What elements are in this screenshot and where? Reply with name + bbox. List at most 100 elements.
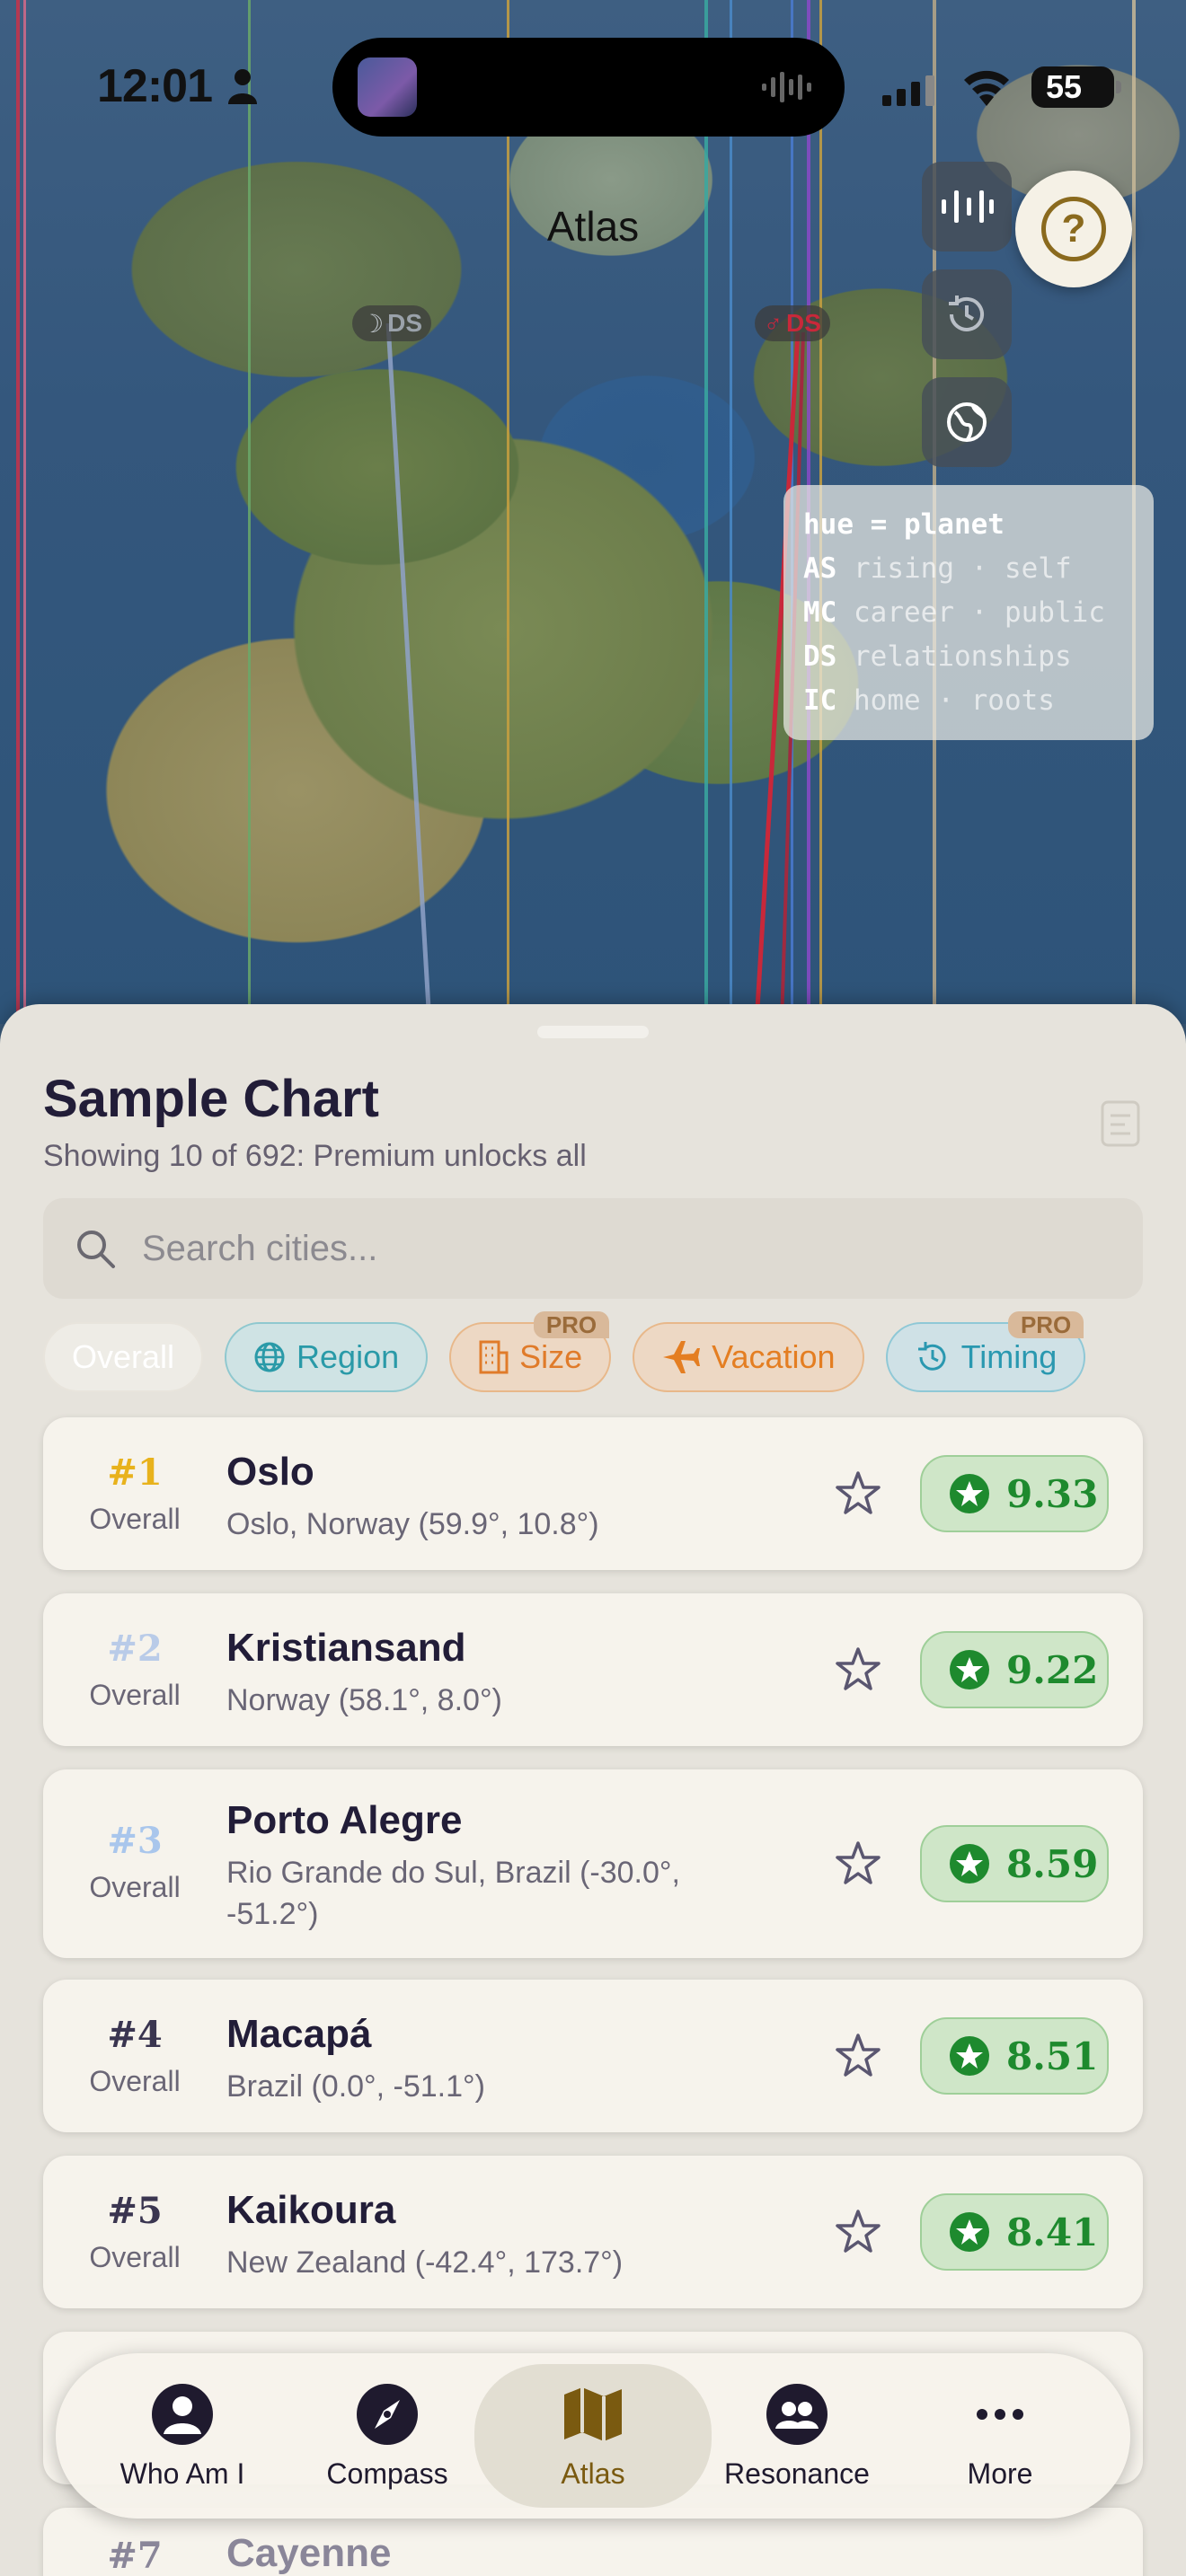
history-button[interactable]	[922, 269, 1012, 359]
rank-label: Overall	[89, 1679, 181, 1711]
tab-resonance[interactable]: Resonance	[694, 2353, 900, 2519]
score-value: 8.51	[1006, 2033, 1099, 2078]
person-icon	[152, 2383, 213, 2445]
tab-label: Atlas	[561, 2457, 625, 2490]
people-icon	[766, 2383, 828, 2445]
city-name: Oslo	[226, 1450, 314, 1494]
tab-more[interactable]: More	[897, 2353, 1103, 2519]
star-badge-icon	[950, 1844, 989, 1883]
legend-row: IC home · roots	[803, 684, 1055, 717]
search-input[interactable]	[142, 1228, 951, 1269]
score-value: 9.22	[1006, 1647, 1099, 1692]
wifi-icon	[964, 70, 1009, 106]
rank-number: #3	[107, 1820, 163, 1862]
rank-block: #1 Overall	[43, 1451, 226, 1536]
status-time: 12:01	[97, 60, 213, 112]
dynamic-island[interactable]	[332, 38, 845, 137]
app-icon	[358, 57, 417, 117]
tab-label: Resonance	[724, 2457, 870, 2490]
score-badge: 8.41	[920, 2193, 1109, 2271]
city-name: Macapá	[226, 2012, 372, 2056]
city-location: New Zealand (-42.4°, 173.7°)	[226, 2245, 624, 2280]
star-outline-icon[interactable]	[834, 1645, 882, 1694]
chip-size[interactable]: Size PRO	[449, 1311, 612, 1392]
city-card[interactable]: #1 Overall Oslo Oslo, Norway (59.9°, 10.…	[43, 1417, 1143, 1570]
star-badge-icon	[950, 1474, 989, 1513]
rank-label: Overall	[89, 1503, 181, 1535]
globe-button[interactable]	[922, 377, 1012, 467]
sheet-subtitle: Showing 10 of 692: Premium unlocks all	[43, 1139, 587, 1173]
city-card[interactable]: #5 Overall Kaikoura New Zealand (-42.4°,…	[43, 2156, 1143, 2308]
rank-number: #5	[107, 2190, 163, 2232]
city-name: Porto Alegre	[226, 1798, 463, 1842]
city-location: Oslo, Norway (59.9°, 10.8°)	[226, 1507, 599, 1541]
filter-chips: Overall Region Size PRO Vacation Timing …	[43, 1311, 1086, 1394]
chip-region[interactable]: Region	[225, 1322, 429, 1392]
sheet-grabber[interactable]	[537, 1026, 649, 1038]
city-card[interactable]: #2 Overall Kristiansand Norway (58.1°, 8…	[43, 1593, 1143, 1746]
sound-wave-button[interactable]	[922, 162, 1012, 251]
tab-who-am-i[interactable]: Who Am I	[79, 2353, 286, 2519]
chip-timing[interactable]: Timing PRO	[885, 1311, 1086, 1392]
rank-label: Overall	[89, 1871, 181, 1903]
rank-label: Overall	[89, 2065, 181, 2097]
score-badge: 9.22	[920, 1631, 1109, 1708]
legend-row: AS rising · self	[803, 552, 1072, 585]
city-name: Cayenne	[226, 2531, 392, 2575]
person-icon	[228, 69, 257, 104]
rank-number: #7	[107, 2535, 163, 2576]
score-badge: 9.33	[920, 1455, 1109, 1532]
city-location: Norway (58.1°, 8.0°)	[226, 1683, 502, 1717]
globe-icon	[947, 402, 987, 442]
audio-wave-icon	[762, 72, 811, 102]
tab-label: Compass	[326, 2457, 448, 2490]
compass-icon	[357, 2383, 418, 2445]
city-info: Oslo Oslo, Norway (59.9°, 10.8°)	[226, 1450, 766, 1545]
chart-card-icon[interactable]	[1100, 1099, 1141, 1148]
legend-header: hue = planet	[803, 508, 1005, 541]
city-card[interactable]: #3 Overall Porto Alegre Rio Grande do Su…	[43, 1769, 1143, 1958]
tab-label: Who Am I	[119, 2457, 245, 2490]
search-bar[interactable]	[43, 1198, 1143, 1299]
ds-line-tag: ♂ DS	[755, 305, 830, 341]
chip-overall[interactable]: Overall	[43, 1322, 204, 1392]
chip-label: Size	[519, 1338, 583, 1375]
chip-label: Region	[296, 1338, 400, 1375]
city-card[interactable]: #4 Overall Macapá Brazil (0.0°, -51.1°) …	[43, 1980, 1143, 2132]
city-info: Porto Alegre Rio Grande do Sul, Brazil (…	[226, 1798, 766, 1935]
ds-line-tag: ☽ DS	[352, 305, 432, 341]
tab-compass[interactable]: Compass	[284, 2353, 491, 2519]
search-icon	[77, 1231, 115, 1268]
more-icon	[977, 2408, 1023, 2420]
city-location: Rio Grande do Sul, Brazil (-30.0°, -51.2…	[226, 1856, 680, 1931]
chip-label: Overall	[72, 1338, 175, 1375]
star-outline-icon[interactable]	[834, 1839, 882, 1888]
star-badge-icon	[950, 2036, 989, 2076]
rank-block: #7	[43, 2535, 226, 2576]
tab-atlas[interactable]: Atlas	[474, 2364, 712, 2508]
cellular-signal-icon	[882, 75, 934, 106]
chip-label: Timing	[960, 1338, 1058, 1375]
city-info: Kristiansand Norway (58.1°, 8.0°)	[226, 1626, 766, 1721]
rank-number: #4	[107, 2014, 163, 2056]
score-value: 9.33	[1006, 1471, 1099, 1516]
city-name: Kristiansand	[226, 1626, 466, 1670]
pro-badge: PRO	[533, 1311, 610, 1338]
star-badge-icon	[950, 2212, 989, 2252]
star-outline-icon[interactable]	[834, 1469, 882, 1518]
help-button[interactable]: ?	[1015, 171, 1132, 287]
star-outline-icon[interactable]	[834, 2032, 882, 2080]
clock-refresh-icon	[917, 1342, 946, 1371]
star-outline-icon[interactable]	[834, 2208, 882, 2256]
results-sheet[interactable]: Sample Chart Showing 10 of 692: Premium …	[0, 1004, 1186, 2576]
tab-label: More	[967, 2457, 1033, 2490]
globe-icon	[254, 1342, 285, 1372]
star-badge-icon	[950, 1650, 989, 1689]
chip-vacation[interactable]: Vacation	[633, 1322, 864, 1392]
sheet-title: Sample Chart	[43, 1070, 379, 1128]
rank-number: #2	[107, 1628, 163, 1670]
score-value: 8.41	[1006, 2210, 1099, 2254]
city-location: Brazil (0.0°, -51.1°)	[226, 2069, 485, 2104]
legend-row: DS relationships	[803, 640, 1072, 673]
map-icon	[564, 2386, 622, 2441]
